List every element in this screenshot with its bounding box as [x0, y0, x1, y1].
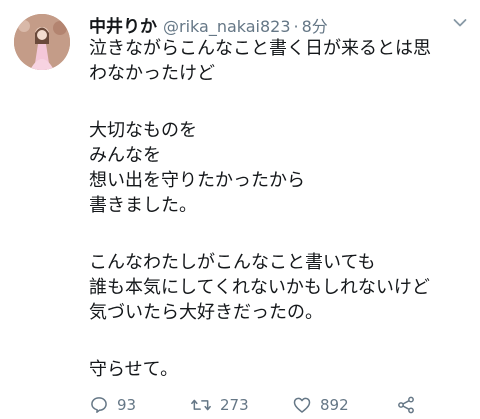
tweet-text-line: 守らせて。: [89, 359, 179, 380]
chevron-down-icon[interactable]: [453, 18, 467, 28]
tweet-text-line: みんなを: [89, 145, 161, 166]
tweet-text-line: 泣きながらこんなこと書く日が来るとは思: [89, 38, 431, 59]
like-count: 892: [320, 396, 349, 414]
share-button[interactable]: [396, 394, 416, 416]
tweet-card[interactable]: 中井りか @rika_nakai823 · 8分 泣きながらこんなこと書く日が来…: [0, 0, 480, 419]
tweet-text-line: 想い出を守りたかったから: [89, 170, 305, 191]
header-separator: ·: [293, 17, 299, 36]
tweet-text-line: こんなわたしがこんなこと書いても: [89, 252, 376, 273]
tweet-text-line: 書きました。: [89, 195, 197, 216]
tweet-text-line: 気づいたら大好きだったの。: [89, 302, 323, 323]
tweet-text-line: 大切なものを: [89, 120, 197, 141]
tweet-header: 中井りか @rika_nakai823 · 8分: [89, 12, 328, 37]
author-name[interactable]: 中井りか: [89, 12, 157, 37]
retweet-count: 273: [220, 396, 249, 414]
tweet-text-line: 誰も本気にしてくれないかもしれないけど: [89, 277, 430, 298]
tweet-actions: 93 273 892: [89, 394, 469, 416]
reply-button[interactable]: 93: [89, 394, 136, 416]
tweet-text-line: わなかったけど: [89, 63, 215, 84]
like-button[interactable]: 892: [292, 394, 349, 416]
reply-count: 93: [117, 396, 137, 414]
avatar[interactable]: [14, 14, 70, 70]
tweet-text: 泣きながらこんなこと書く日が来るとは思 わなかったけど 大切なものを みんなを …: [89, 36, 469, 382]
heart-icon: [293, 397, 311, 413]
author-handle[interactable]: @rika_nakai823: [163, 17, 291, 36]
reply-icon: [91, 397, 107, 413]
share-icon: [398, 396, 414, 414]
retweet-icon: [191, 399, 211, 411]
timestamp[interactable]: 8分: [302, 13, 328, 37]
retweet-button[interactable]: 273: [190, 394, 249, 416]
